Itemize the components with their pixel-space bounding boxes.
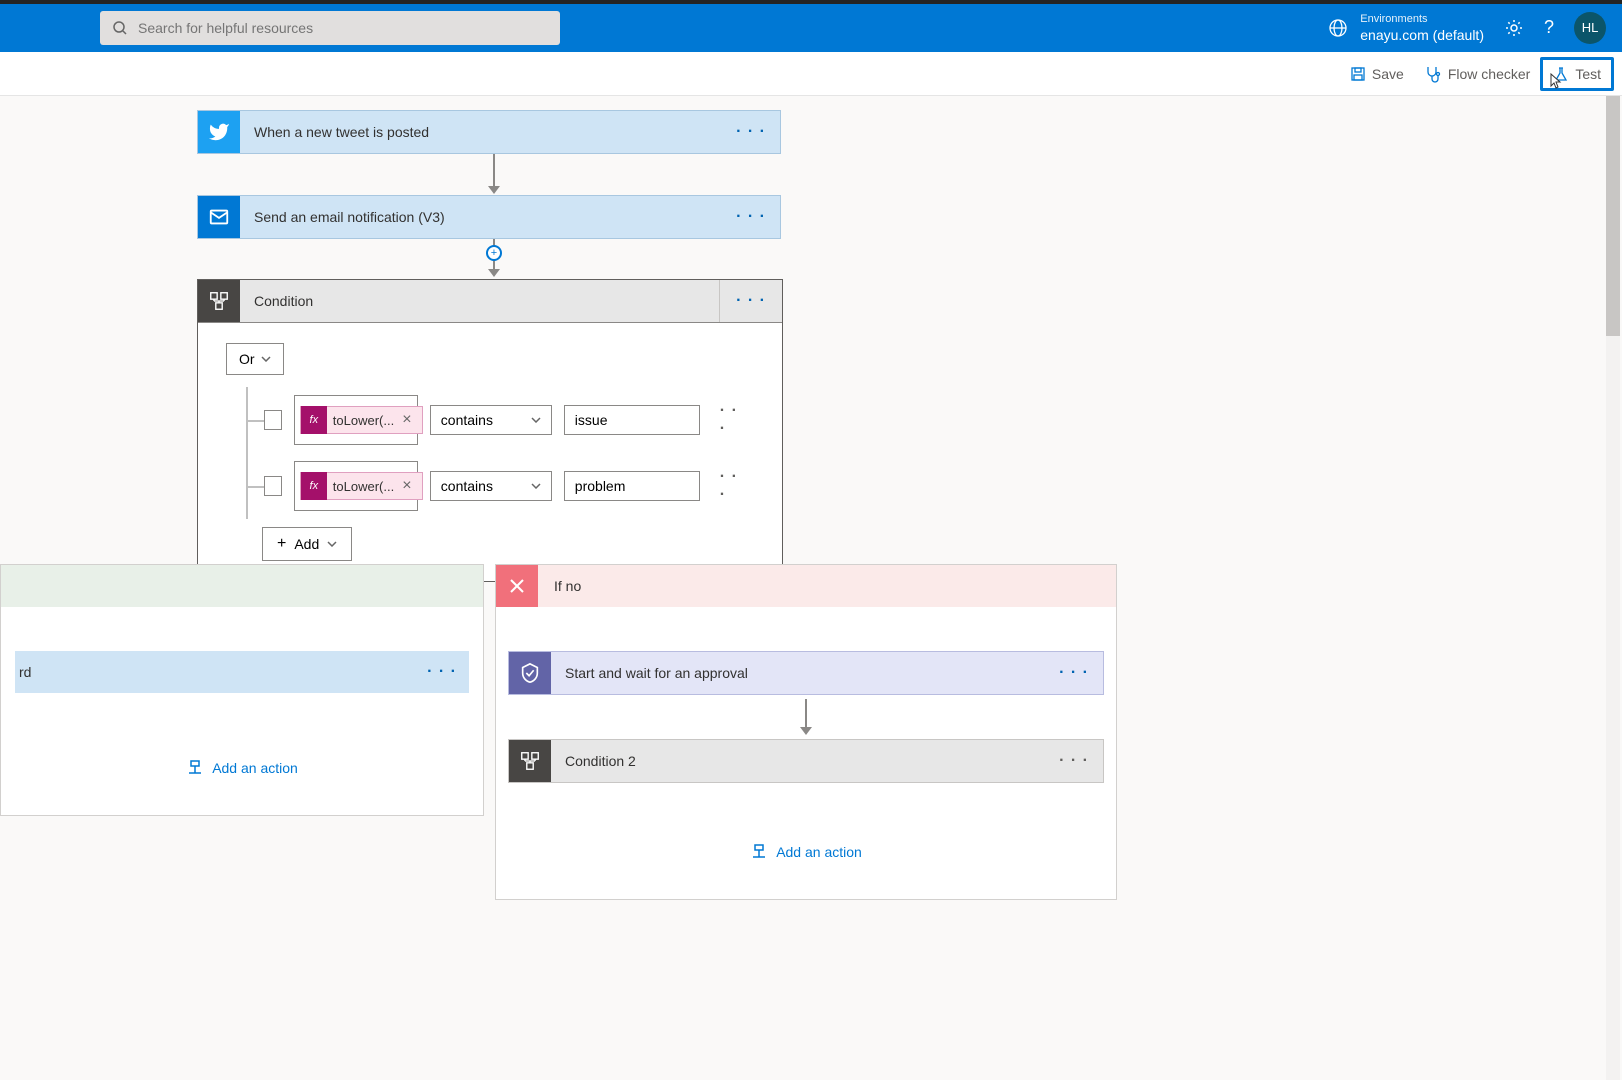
condition-icon <box>198 280 240 322</box>
scrollbar[interactable] <box>1606 96 1620 1080</box>
expression-input[interactable]: fx toLower(... × <box>294 461 418 511</box>
cursor-icon <box>1547 72 1563 90</box>
condition-card[interactable]: Condition · · · Or fx toLower(... × <box>197 279 783 582</box>
card-menu-button[interactable]: · · · <box>1045 752 1103 770</box>
save-icon <box>1350 66 1366 82</box>
row-menu-button[interactable]: · · · <box>712 468 754 504</box>
chevron-down-icon <box>327 541 337 547</box>
approval-card[interactable]: Start and wait for an approval · · · <box>508 651 1104 695</box>
settings-button[interactable] <box>1504 18 1524 38</box>
remove-expression-button[interactable]: × <box>400 477 413 495</box>
remove-expression-button[interactable]: × <box>400 411 413 429</box>
row-checkbox[interactable] <box>264 476 282 496</box>
action-card-email[interactable]: Send an email notification (V3) · · · <box>197 195 781 239</box>
approval-icon <box>509 652 551 694</box>
flow-canvas[interactable]: When a new tweet is posted · · · Send an… <box>0 96 1622 1080</box>
operator-select[interactable]: contains <box>430 405 552 435</box>
if-yes-branch[interactable]: rd · · · Add an action <box>0 564 484 816</box>
condition2-title: Condition 2 <box>551 753 1045 769</box>
condition-title: Condition <box>240 282 719 320</box>
add-action-button[interactable]: Add an action <box>15 749 469 787</box>
logic-selector[interactable]: Or <box>226 343 284 375</box>
add-action-icon <box>186 759 204 777</box>
search-box[interactable] <box>100 11 560 45</box>
search-input[interactable] <box>138 20 548 36</box>
flow-checker-button[interactable]: Flow checker <box>1414 59 1540 89</box>
help-icon: ? <box>1544 17 1554 38</box>
condition-row: fx toLower(... × contains · · · <box>248 387 754 453</box>
trigger-title: When a new tweet is posted <box>240 124 722 140</box>
environment-icon <box>1328 18 1348 38</box>
approval-title: Start and wait for an approval <box>551 665 1045 681</box>
expression-input[interactable]: fx toLower(... × <box>294 395 418 445</box>
add-action-button[interactable]: Add an action <box>508 833 1104 871</box>
row-checkbox[interactable] <box>264 410 282 430</box>
app-header: Environments enayu.com (default) ? HL <box>0 4 1622 52</box>
help-button[interactable]: ? <box>1544 17 1554 38</box>
environment-label: Environments <box>1360 12 1484 26</box>
value-input[interactable] <box>564 405 700 435</box>
stethoscope-icon <box>1424 65 1442 83</box>
condition-icon <box>509 740 551 782</box>
chevron-down-icon <box>531 417 541 423</box>
mail-icon <box>198 196 240 238</box>
chevron-down-icon <box>531 483 541 489</box>
plus-icon: + <box>277 535 286 553</box>
branch-title: If no <box>538 578 597 594</box>
search-icon <box>112 20 128 36</box>
condition-row: fx toLower(... × contains · · · <box>248 453 754 519</box>
card-menu-button[interactable]: · · · <box>722 123 780 141</box>
card-menu-button[interactable]: · · · <box>1045 664 1103 682</box>
add-action-icon <box>750 843 768 861</box>
action-title: Send an email notification (V3) <box>240 209 722 225</box>
yes-action-card[interactable]: rd · · · <box>15 651 469 693</box>
save-button[interactable]: Save <box>1340 60 1414 88</box>
toolbar: Save Flow checker Test <box>0 52 1622 96</box>
environment-value: enayu.com (default) <box>1360 26 1484 44</box>
gear-icon <box>1504 18 1524 38</box>
add-step-button[interactable]: + <box>486 245 502 261</box>
row-menu-button[interactable]: · · · <box>712 402 754 438</box>
fx-icon: fx <box>301 406 327 434</box>
operator-select[interactable]: contains <box>430 471 552 501</box>
card-menu-button[interactable]: · · · <box>722 208 780 226</box>
test-button[interactable]: Test <box>1540 57 1614 91</box>
trigger-card[interactable]: When a new tweet is posted · · · <box>197 110 781 154</box>
card-menu-button[interactable]: · · · <box>427 663 457 681</box>
value-input[interactable] <box>564 471 700 501</box>
environment-selector[interactable]: Environments enayu.com (default) <box>1328 12 1484 44</box>
chevron-down-icon <box>261 356 271 362</box>
no-icon <box>496 565 538 607</box>
fx-icon: fx <box>301 472 327 500</box>
condition2-card[interactable]: Condition 2 · · · <box>508 739 1104 783</box>
if-no-branch[interactable]: If no Start and wait for an approval · ·… <box>495 564 1117 900</box>
card-menu-button[interactable]: · · · <box>719 280 782 322</box>
add-row-button[interactable]: + Add <box>262 527 352 561</box>
avatar[interactable]: HL <box>1574 12 1606 44</box>
twitter-icon <box>198 111 240 153</box>
